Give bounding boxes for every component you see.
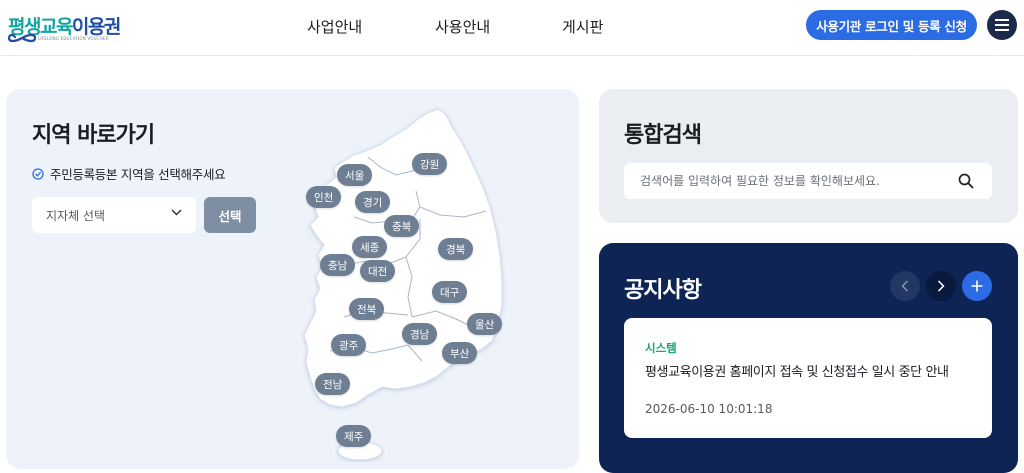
region-chungnam[interactable]: 충남 [320, 254, 356, 276]
region-seoul[interactable]: 서울 [337, 164, 373, 186]
region-chungbuk[interactable]: 충북 [384, 215, 420, 237]
institution-login-button[interactable]: 사용기관 로그인 및 등록 신청 [806, 10, 977, 40]
region-hint-text: 주민등록등본 지역을 선택해주세요 [50, 167, 226, 182]
region-incheon[interactable]: 인천 [306, 186, 342, 208]
chevron-left-icon [901, 280, 909, 292]
search-title: 통합검색 [624, 123, 702, 148]
integrated-search-panel: 통합검색 [599, 89, 1018, 223]
chevron-down-icon [171, 209, 182, 216]
check-circle-icon [32, 167, 44, 180]
municipality-select[interactable]: 지자체 선택 [32, 197, 196, 233]
notice-prev-button[interactable] [890, 271, 920, 301]
region-gyeonggi[interactable]: 경기 [355, 191, 391, 213]
region-title: 지역 바로가기 [32, 123, 155, 148]
nav-business-info[interactable]: 사업안내 [307, 16, 362, 37]
notice-title: 공지사항 [624, 278, 702, 303]
site-logo[interactable]: 평생교육이용권 LIFELONG EDUCATION VOUCHER [4, 10, 121, 44]
notice-date: 2026-06-10 10:01:18 [645, 402, 773, 416]
korea-map [303, 108, 503, 461]
notice-card[interactable]: 시스템 평생교육이용권 홈페이지 접속 및 신청접수 일시 중단 안내 2026… [624, 318, 992, 438]
region-busan[interactable]: 부산 [442, 342, 478, 364]
region-ulsan[interactable]: 울산 [467, 313, 503, 335]
chevron-right-icon [937, 280, 945, 292]
municipality-select-value: 지자체 선택 [46, 208, 106, 223]
region-gyeongnam[interactable]: 경남 [402, 323, 438, 345]
region-jeju[interactable]: 제주 [336, 425, 372, 447]
search-input[interactable] [624, 163, 944, 199]
region-hint: 주민등록등본 지역을 선택해주세요 [32, 164, 226, 183]
logo-infinity-icon [8, 33, 36, 43]
select-button[interactable]: 선택 [204, 197, 256, 233]
site-header: 평생교육이용권 LIFELONG EDUCATION VOUCHER 사업안내 … [0, 0, 1024, 56]
region-gwangju[interactable]: 광주 [331, 334, 367, 356]
search-icon[interactable] [958, 173, 974, 189]
hamburger-icon [995, 19, 1009, 31]
nav-board[interactable]: 게시판 [562, 16, 603, 37]
region-sejong[interactable]: 세종 [352, 236, 388, 258]
notice-next-button[interactable] [926, 271, 956, 301]
region-daegu[interactable]: 대구 [432, 281, 468, 303]
plus-icon [971, 280, 983, 292]
notice-category: 시스템 [645, 341, 677, 355]
notice-panel: 공지사항 시스템 평생교육이용권 홈페이지 접속 및 신청접수 일시 중단 안내… [599, 243, 1018, 473]
region-shortcut-panel: 지역 바로가기 주민등록등본 지역을 선택해주세요 지자체 선택 선택 서울 강… [6, 89, 579, 469]
menu-button[interactable] [987, 10, 1017, 40]
region-gangwon[interactable]: 강원 [412, 153, 448, 175]
region-gyeongbuk[interactable]: 경북 [438, 238, 474, 260]
region-daejeon[interactable]: 대전 [360, 260, 396, 282]
search-box [624, 163, 992, 199]
logo-subtitle: LIFELONG EDUCATION VOUCHER [38, 36, 109, 41]
notice-item-title: 평생교육이용권 홈페이지 접속 및 신청접수 일시 중단 안내 [645, 365, 949, 380]
region-jeonbuk[interactable]: 전북 [349, 298, 385, 320]
nav-usage-guide[interactable]: 사용안내 [435, 16, 490, 37]
notice-more-button[interactable] [962, 271, 992, 301]
region-jeonnam[interactable]: 전남 [315, 373, 351, 395]
